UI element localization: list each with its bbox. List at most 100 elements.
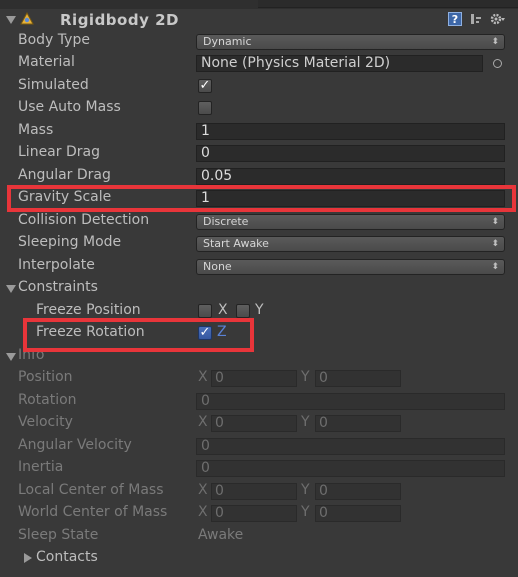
- position-y-label: Y: [301, 369, 310, 385]
- local-com-x-label: X: [198, 482, 208, 498]
- info-local-center-of-mass-row: Local Center of Mass X 0 Y 0: [0, 481, 518, 503]
- velocity-y-label: Y: [301, 414, 310, 430]
- use-auto-mass-label: Use Auto Mass: [18, 99, 121, 115]
- collision-detection-row: Collision Detection Discrete ⬍: [0, 211, 518, 233]
- world-com-x-field: 0: [211, 505, 297, 522]
- mass-row: Mass 1: [0, 121, 518, 143]
- linear-drag-row: Linear Drag 0: [0, 143, 518, 165]
- world-com-y-field: 0: [315, 505, 401, 522]
- sleeping-mode-dropdown[interactable]: Start Awake ⬍: [196, 236, 505, 252]
- local-com-y-field: 0: [315, 483, 401, 500]
- world-com-x-label: X: [198, 504, 208, 520]
- inertia-label: Inertia: [18, 459, 64, 475]
- angular-drag-label: Angular Drag: [18, 167, 111, 183]
- gravity-scale-label: Gravity Scale: [18, 189, 112, 205]
- collision-detection-value: Discrete: [203, 215, 249, 228]
- freeze-position-y-checkbox[interactable]: [236, 304, 250, 318]
- position-x-label: X: [198, 369, 208, 385]
- inertia-field: 0: [196, 460, 505, 477]
- rotation-field: 0: [196, 393, 505, 410]
- material-row: Material None (Physics Material 2D): [0, 53, 518, 75]
- dropdown-arrows-icon: ⬍: [491, 37, 499, 47]
- collision-detection-label: Collision Detection: [18, 212, 150, 228]
- body-type-label: Body Type: [18, 32, 90, 48]
- freeze-rotation-z-label: Z: [217, 324, 227, 340]
- velocity-x-label: X: [198, 414, 208, 430]
- position-label: Position: [18, 369, 73, 385]
- angular-velocity-label: Angular Velocity: [18, 437, 132, 453]
- info-angular-velocity-row: Angular Velocity 0: [0, 436, 518, 458]
- angular-velocity-field: 0: [196, 438, 505, 455]
- use-auto-mass-row: Use Auto Mass: [0, 98, 518, 120]
- linear-drag-field[interactable]: 0: [196, 145, 505, 162]
- help-icon[interactable]: ?: [448, 12, 462, 26]
- component-header[interactable]: Rigidbody 2D ?: [0, 9, 518, 31]
- body-type-value: Dynamic: [203, 35, 252, 48]
- foldout-arrow-icon[interactable]: [6, 285, 16, 293]
- freeze-position-x-checkbox[interactable]: [198, 304, 212, 318]
- contacts-foldout[interactable]: Contacts: [0, 548, 518, 570]
- freeze-rotation-z-checkbox[interactable]: ✓: [198, 326, 212, 340]
- freeze-position-y-label: Y: [255, 302, 264, 318]
- sleeping-mode-value: Start Awake: [203, 237, 269, 250]
- info-label: Info: [18, 347, 45, 363]
- info-position-row: Position X 0 Y 0: [0, 368, 518, 390]
- velocity-x-field: 0: [211, 415, 297, 432]
- interpolate-row: Interpolate None ⬍: [0, 256, 518, 278]
- component-title: Rigidbody 2D: [60, 11, 179, 29]
- gear-icon[interactable]: [490, 12, 506, 26]
- info-velocity-row: Velocity X 0 Y 0: [0, 413, 518, 435]
- linear-drag-label: Linear Drag: [18, 144, 100, 160]
- rotation-label: Rotation: [18, 392, 77, 408]
- gravity-scale-field[interactable]: 1: [196, 190, 505, 207]
- contacts-label: Contacts: [36, 549, 98, 565]
- freeze-position-row: Freeze Position X Y: [0, 301, 518, 323]
- previous-component-strip: [0, 0, 518, 9]
- info-rotation-row: Rotation 0: [0, 391, 518, 413]
- freeze-rotation-row: Freeze Rotation ✓ Z: [0, 323, 518, 345]
- material-object-field[interactable]: None (Physics Material 2D): [196, 55, 483, 72]
- dropdown-arrows-icon: ⬍: [491, 239, 499, 249]
- dropdown-arrows-icon: ⬍: [491, 217, 499, 227]
- material-label: Material: [18, 54, 75, 70]
- interpolate-dropdown[interactable]: None ⬍: [196, 259, 505, 275]
- foldout-arrow-icon[interactable]: [6, 353, 16, 361]
- object-picker-icon[interactable]: [493, 59, 502, 68]
- constraints-foldout[interactable]: Constraints: [0, 278, 518, 300]
- info-foldout[interactable]: Info: [0, 346, 518, 368]
- interpolate-label: Interpolate: [18, 257, 95, 273]
- info-inertia-row: Inertia 0: [0, 458, 518, 480]
- simulated-checkbox[interactable]: ✓: [198, 79, 212, 93]
- freeze-position-x-label: X: [218, 302, 228, 318]
- simulated-row: Simulated ✓: [0, 76, 518, 98]
- sleeping-mode-row: Sleeping Mode Start Awake ⬍: [0, 233, 518, 255]
- local-center-of-mass-label: Local Center of Mass: [18, 482, 164, 498]
- previous-field: [258, 0, 518, 8]
- freeze-rotation-label: Freeze Rotation: [36, 324, 145, 340]
- local-com-y-label: Y: [301, 482, 310, 498]
- foldout-arrow-icon[interactable]: [6, 16, 16, 24]
- angular-drag-field[interactable]: 0.05: [196, 168, 505, 185]
- gravity-scale-row: Gravity Scale 1: [0, 188, 518, 210]
- collision-detection-dropdown[interactable]: Discrete ⬍: [196, 214, 505, 230]
- velocity-label: Velocity: [18, 414, 73, 430]
- local-com-x-field: 0: [211, 483, 297, 500]
- world-center-of-mass-label: World Center of Mass: [18, 504, 168, 520]
- mass-field[interactable]: 1: [196, 123, 505, 140]
- position-x-field: 0: [211, 370, 297, 387]
- interpolate-value: None: [203, 260, 232, 273]
- sleeping-mode-label: Sleeping Mode: [18, 234, 122, 250]
- info-sleep-state-row: Sleep State Awake: [0, 526, 518, 548]
- body-type-row: Body Type Dynamic ⬍: [0, 31, 518, 53]
- sleep-state-label: Sleep State: [18, 527, 99, 543]
- position-y-field: 0: [315, 370, 401, 387]
- simulated-label: Simulated: [18, 77, 89, 93]
- use-auto-mass-checkbox[interactable]: [198, 101, 212, 115]
- sleep-state-value: Awake: [198, 527, 244, 543]
- mass-label: Mass: [18, 122, 54, 138]
- foldout-collapsed-arrow-icon[interactable]: [24, 553, 32, 563]
- freeze-position-label: Freeze Position: [36, 302, 141, 318]
- body-type-dropdown[interactable]: Dynamic ⬍: [196, 34, 505, 50]
- world-com-y-label: Y: [301, 504, 310, 520]
- preset-icon[interactable]: [469, 12, 483, 26]
